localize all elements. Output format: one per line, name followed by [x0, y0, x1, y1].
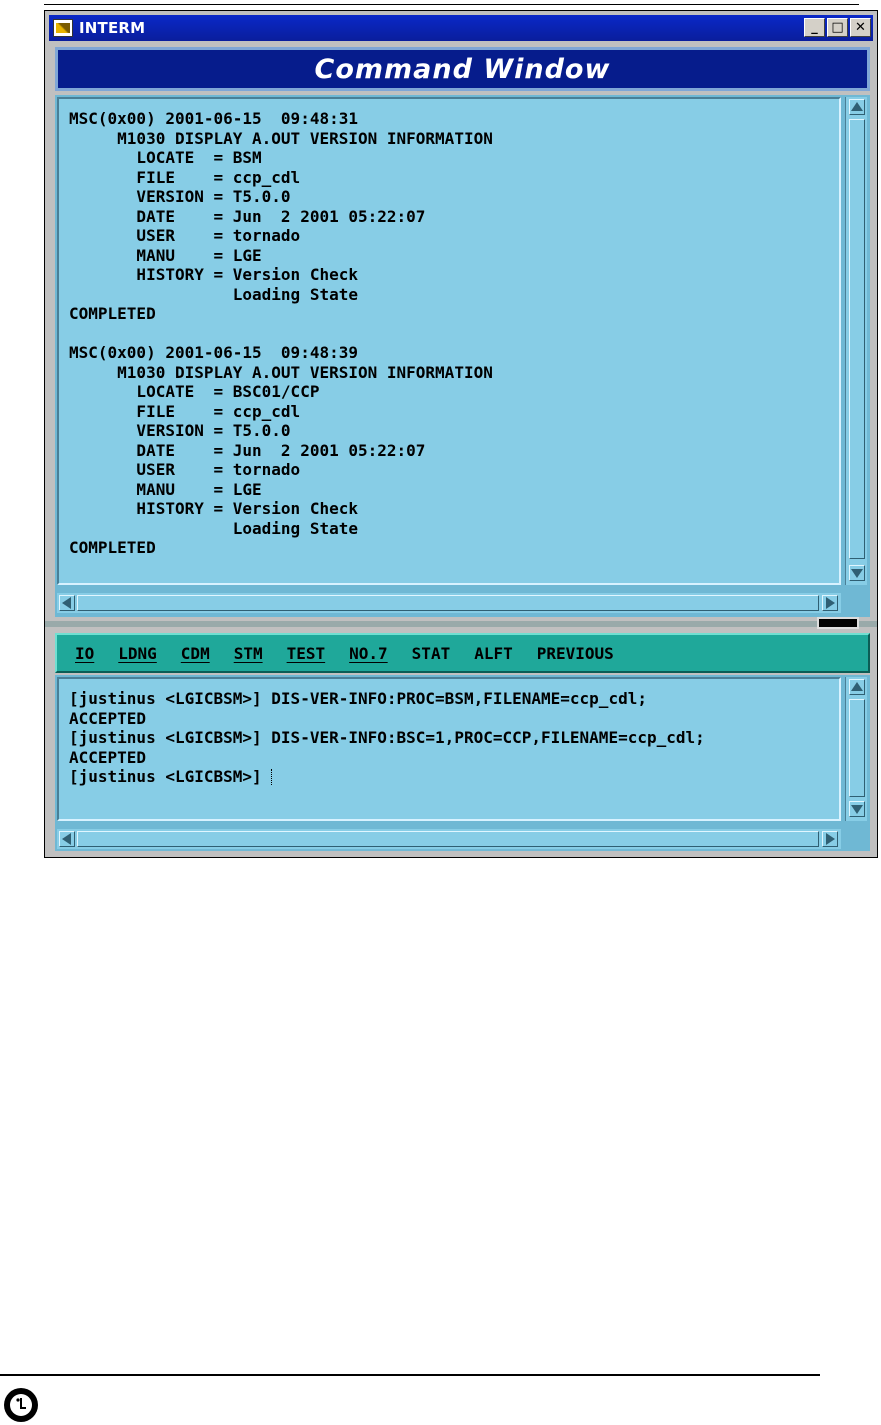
output-line: FILE = ccp_cdl	[69, 401, 301, 421]
output-line: COMPLETED	[69, 538, 156, 557]
console-scroll-right-button[interactable]	[822, 831, 838, 847]
arrow-up-icon	[851, 102, 863, 111]
pane-sash-handle[interactable]	[817, 617, 859, 629]
menu-stm[interactable]: STM	[234, 644, 263, 663]
output-line: M1030 DISPLAY A.OUT VERSION INFORMATION	[69, 128, 493, 148]
console-text[interactable]: [justinus <LGICBSM>] DIS-VER-INFO:PROC=B…	[69, 689, 705, 787]
output-line: MANU = LGE	[69, 245, 262, 265]
arrow-right-icon	[826, 597, 835, 609]
console-scroll-left-button[interactable]	[59, 831, 75, 847]
window-controls: _ □ ✕	[804, 18, 871, 37]
output-line: LOCATE = BSM	[69, 148, 262, 167]
output-scroll-left-button[interactable]	[59, 595, 75, 611]
output-line: M1030 DISPLAY A.OUT VERSION INFORMATION	[69, 362, 493, 382]
output-pane[interactable]: MSC(0x00) 2001-06-15 09:48:31 M1030 DISP…	[57, 97, 841, 585]
interm-app-icon[interactable]	[53, 19, 73, 37]
menu-previous[interactable]: PREVIOUS	[537, 644, 614, 663]
page-bottom-rule	[0, 1374, 820, 1376]
output-vertical-scrollbar[interactable]	[845, 97, 867, 585]
output-line: MSC(0x00) 2001-06-15 09:48:31	[69, 109, 358, 128]
output-line: LOCATE = BSC01/CCP	[69, 382, 320, 401]
pane-splitter[interactable]	[45, 621, 877, 627]
menu-test[interactable]: TEST	[287, 644, 326, 663]
output-scroll-right-button[interactable]	[822, 595, 838, 611]
output-line: DATE = Jun 2 2001 05:22:07	[69, 440, 426, 460]
output-line: Loading State	[69, 284, 358, 304]
close-button[interactable]: ✕	[850, 18, 871, 37]
output-line: VERSION = T5.0.0	[69, 421, 291, 440]
minimize-button[interactable]: _	[804, 18, 825, 37]
output-horizontal-scrollbar[interactable]	[57, 593, 841, 613]
lg-logo-face	[16, 1398, 26, 1409]
console-vertical-scrollbar[interactable]	[845, 677, 867, 821]
console-line: [justinus <LGICBSM>]	[69, 767, 272, 786]
window-title: INTERM	[79, 19, 146, 37]
output-line: HISTORY = Version Check	[69, 499, 358, 518]
command-window-title: Command Window	[314, 53, 611, 85]
console-line: ACCEPTED	[69, 708, 147, 728]
console-horizontal-scrollbar[interactable]	[57, 829, 841, 849]
arrow-up-icon	[851, 682, 863, 691]
arrow-right-icon	[826, 833, 835, 845]
output-line: MSC(0x00) 2001-06-15 09:48:39	[69, 343, 358, 362]
output-line: DATE = Jun 2 2001 05:22:07	[69, 206, 426, 226]
console-scroll-up-button[interactable]	[849, 679, 865, 695]
arrow-left-icon	[62, 833, 71, 845]
menu-io[interactable]: IO	[75, 644, 94, 663]
output-line: FILE = ccp_cdl	[69, 167, 301, 187]
console-hscroll-thumb[interactable]	[77, 831, 819, 847]
output-line: VERSION = T5.0.0	[69, 187, 291, 206]
output-text[interactable]: MSC(0x00) 2001-06-15 09:48:31 M1030 DISP…	[69, 109, 493, 558]
console-line: [justinus <LGICBSM>] DIS-VER-INFO:BSC=1,…	[69, 728, 705, 747]
output-hscroll-thumb[interactable]	[77, 595, 819, 611]
menu-no7[interactable]: NO.7	[349, 644, 388, 663]
title-bar[interactable]: INTERM _ □ ✕	[49, 15, 873, 41]
menu-cdm[interactable]: CDM	[181, 644, 210, 663]
text-cursor	[271, 769, 273, 785]
output-line: HISTORY = Version Check	[69, 265, 358, 284]
console-line: ACCEPTED	[69, 747, 147, 767]
arrow-down-icon	[851, 569, 863, 578]
console-line: [justinus <LGICBSM>] DIS-VER-INFO:PROC=B…	[69, 689, 647, 708]
menu-ldng[interactable]: LDNG	[118, 644, 157, 663]
console-scroll-down-button[interactable]	[849, 801, 865, 817]
output-line: USER = tornado	[69, 460, 301, 479]
output-line: COMPLETED	[69, 304, 156, 323]
maximize-button[interactable]: □	[827, 18, 848, 37]
output-line: MANU = LGE	[69, 479, 262, 499]
menu-alft[interactable]: ALFT	[474, 644, 513, 663]
lg-logo-icon	[4, 1388, 38, 1422]
output-scroll-down-button[interactable]	[849, 565, 865, 581]
output-line: Loading State	[69, 518, 358, 538]
command-menu-bar: IO LDNG CDM STM TEST NO.7 STAT ALFT PREV…	[55, 633, 870, 673]
console-pane[interactable]: [justinus <LGICBSM>] DIS-VER-INFO:PROC=B…	[57, 677, 841, 821]
interm-window: INTERM _ □ ✕ Command Window MSC(0x00) 20…	[44, 10, 878, 858]
arrow-left-icon	[62, 597, 71, 609]
arrow-down-icon	[851, 805, 863, 814]
page-top-rule	[44, 4, 859, 5]
output-scroll-up-button[interactable]	[849, 99, 865, 115]
console-scroll-thumb[interactable]	[849, 699, 865, 797]
menu-stat[interactable]: STAT	[412, 644, 451, 663]
command-window-header: Command Window	[55, 47, 870, 91]
output-line: USER = tornado	[69, 226, 301, 245]
output-scroll-thumb[interactable]	[849, 119, 865, 559]
